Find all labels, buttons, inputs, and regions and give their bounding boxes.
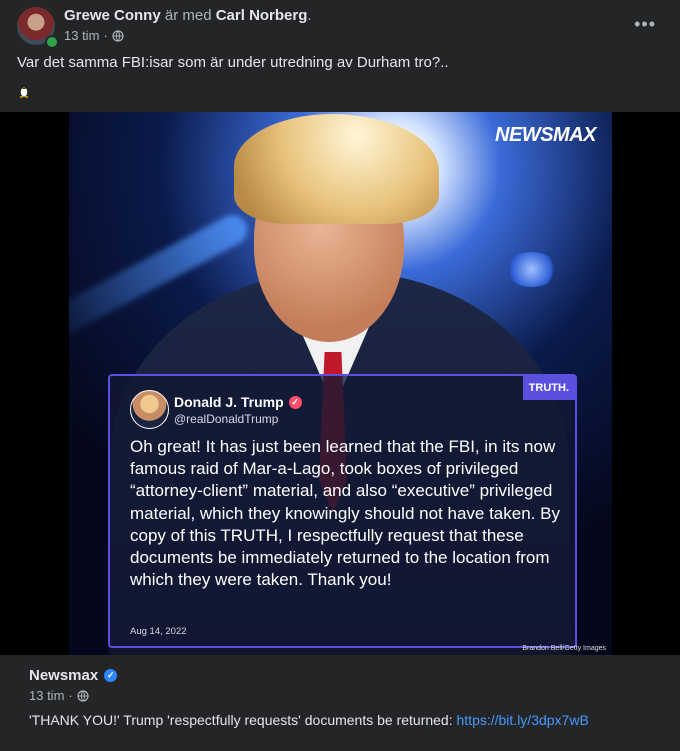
card-author-name: Donald J. Trump [174,394,284,410]
verified-badge-icon: ✓ [104,669,118,682]
post-time[interactable]: 13 tim [64,28,99,43]
author-name[interactable]: Grewe Conny [64,7,161,24]
meta-dot: · [103,28,108,43]
verified-badge-icon: ✓ [288,395,302,409]
online-status-icon [45,35,59,49]
tagged-name[interactable]: Carl Norberg [216,7,308,24]
card-name-row: Donald J. Trump ✓ [174,394,302,410]
post-header: Grewe Conny är med Carl Norberg. 13 tim … [17,7,680,49]
shared-link[interactable]: https://bit.ly/3dpx7wB [457,712,589,728]
shared-time[interactable]: 13 tim [29,688,64,703]
globe-icon [112,29,124,42]
photo-credit: Brandon Bell/Getty Images [522,645,606,652]
shared-description-text: 'THANK YOU!' Trump 'respectfully request… [29,712,453,728]
person-hair [234,114,439,224]
truth-badge: TRUTH. [522,376,575,400]
with-text: är med [164,7,212,24]
card-text: Oh great! It has just been learned that … [130,437,560,590]
more-options-button[interactable]: ••• [634,15,656,33]
post-image[interactable]: NEWSMAX TRUTH. Donald J. Trump ✓ @realDo… [0,112,680,655]
stage-light [504,252,559,287]
shared-meta: 13 tim · [29,688,89,703]
shared-meta-dot: · [68,688,73,703]
globe-icon [77,689,89,702]
shared-description: 'THANK YOU!' Trump 'respectfully request… [29,712,589,728]
shared-source-name[interactable]: Newsmax [29,667,98,684]
truth-card: TRUTH. Donald J. Trump ✓ @realDonaldTrum… [108,374,577,648]
period: . [307,7,312,24]
shared-source-row: Newsmax ✓ [29,667,118,684]
newsmax-logo: NEWSMAX [495,124,596,146]
post-meta: 13 tim · [64,28,124,43]
newsmax-graphic: NEWSMAX TRUTH. Donald J. Trump ✓ @realDo… [69,112,612,655]
post-text: Var det samma FBI:isar som är under utre… [17,54,449,71]
author-line: Grewe Conny är med Carl Norberg. [64,7,312,24]
penguin-emoji-icon [19,83,29,98]
trump-avatar [130,390,169,429]
card-handle: @realDonaldTrump [174,412,279,426]
card-date: Aug 14, 2022 [130,626,187,637]
